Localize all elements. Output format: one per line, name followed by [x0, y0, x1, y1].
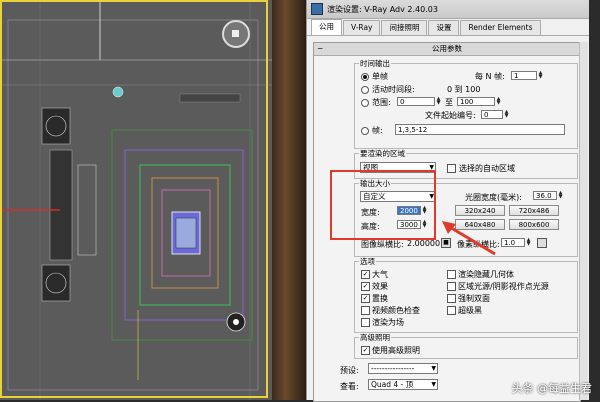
range-to-label: 至 [445, 98, 453, 107]
view-select[interactable]: Quad 4 - 顶 ▼ [368, 379, 438, 390]
render-area-title: 要渲染的区域 [359, 149, 406, 159]
area-lights-label: 区域光源/阴影视作点光源 [458, 282, 549, 291]
options-title: 选项 [359, 257, 376, 267]
frames-radio[interactable] [361, 127, 369, 135]
file-start-label: 文件起始编号: [425, 111, 476, 120]
atmospherics-checkbox[interactable]: ✓ [361, 270, 370, 279]
pixel-aspect-lock-icon[interactable] [537, 238, 547, 248]
area-lights-checkbox[interactable] [447, 282, 456, 291]
advanced-lighting-title: 高级照明 [359, 333, 391, 343]
super-black-label: 超级黑 [458, 306, 482, 315]
image-aspect-label: 图像纵横比: [361, 240, 404, 249]
frames-label: 帧: [372, 126, 383, 135]
auto-region-checkbox[interactable] [447, 164, 456, 173]
force-2sided-checkbox[interactable] [447, 294, 456, 303]
force-2sided-label: 强制双面 [458, 294, 490, 303]
pixel-aspect-spinner[interactable]: ▲ ▼ [526, 238, 531, 247]
rollout-header[interactable]: − 公用参数 [314, 43, 580, 56]
render-hidden-label: 渲染隐藏几何体 [458, 270, 514, 279]
tab-vray[interactable]: V-Ray [343, 20, 381, 35]
preset-select[interactable]: ---------------- ▼ [368, 363, 438, 374]
range-from-field[interactable]: 0 [397, 97, 435, 106]
view-value: Quad 4 - 顶 [371, 380, 414, 389]
every-n-spinner[interactable]: ▲ ▼ [538, 71, 543, 80]
preset-800x600-button[interactable]: 800x600 [509, 219, 559, 230]
time-output-title: 时间输出 [359, 59, 391, 69]
dropdown-arrow-icon: ▼ [431, 381, 436, 388]
preset-label: 预设: [340, 366, 359, 375]
range-label: 范围: [372, 98, 391, 107]
effects-checkbox[interactable]: ✓ [361, 282, 370, 291]
tab-settings[interactable]: 设置 [428, 20, 460, 35]
active-segment-radio[interactable] [361, 86, 369, 94]
active-range-text: 0 到 100 [447, 85, 481, 94]
aperture-label: 光圈宽度(毫米): [465, 193, 522, 202]
displacement-checkbox[interactable]: ✓ [361, 294, 370, 303]
watermark: 头条 @每益生君 [511, 382, 593, 395]
preset-320x240-button[interactable]: 320x240 [455, 205, 505, 216]
video-color-check-label: 视频颜色检查 [372, 306, 420, 315]
image-aspect-value[interactable]: 2.00000 [407, 239, 440, 248]
render-to-fields-checkbox[interactable] [361, 318, 370, 327]
viewport-scene [0, 0, 272, 400]
file-start-field[interactable]: 0 [481, 110, 503, 119]
tab-common[interactable]: 公用 [311, 19, 342, 35]
preset-720x486-button[interactable]: 720x486 [509, 205, 559, 216]
use-advanced-lighting-label: 使用高级照明 [372, 346, 420, 355]
super-black-checkbox[interactable] [447, 306, 456, 315]
view-label: 查看: [340, 382, 359, 391]
single-frame-radio[interactable] [361, 73, 369, 81]
viewport-nav-icon[interactable] [222, 20, 250, 48]
tab-indirect-illumination[interactable]: 间接照明 [381, 20, 428, 35]
app-icon [311, 3, 323, 15]
range-from-spinner[interactable]: ▲ ▼ [436, 97, 441, 106]
scrollbar[interactable] [579, 42, 588, 400]
range-radio[interactable] [361, 99, 369, 107]
file-start-spinner[interactable]: ▲ ▼ [504, 110, 509, 119]
highlight-box [330, 170, 436, 240]
advanced-lighting-group: 高级照明 ✓ 使用高级照明 [354, 333, 578, 359]
frames-field[interactable]: 1,3,5-12 [395, 124, 565, 135]
effects-label: 效果 [372, 282, 388, 291]
single-frame-label: 单帧 [372, 72, 388, 81]
render-to-fields-label: 渲染为场 [372, 318, 404, 327]
tab-bar: 公用 V-Ray 间接照明 设置 Render Elements [307, 19, 589, 36]
displacement-label: 置换 [372, 294, 388, 303]
render-hidden-checkbox[interactable] [447, 270, 456, 279]
every-n-field[interactable]: 1 [511, 71, 537, 80]
atmospherics-label: 大气 [372, 270, 388, 279]
tab-render-elements[interactable]: Render Elements [460, 20, 541, 35]
pixel-aspect-field[interactable]: 1.0 [501, 238, 525, 247]
preset-value: ---------------- [371, 364, 415, 373]
dialog-title: 渲染设置: V-Ray Adv 2.40.03 [327, 4, 438, 14]
use-advanced-lighting-checkbox[interactable]: ✓ [361, 346, 370, 355]
auto-region-label: 选择的自动区域 [459, 164, 515, 173]
dialog-titlebar[interactable]: 渲染设置: V-Ray Adv 2.40.03 [307, 0, 589, 19]
time-output-group: 时间输出 单帧 每 N 帧: 1 ▲ ▼ 活动时间段: 0 到 100 范围: 0… [354, 59, 578, 149]
dropdown-arrow-icon: ▼ [431, 365, 436, 372]
aperture-spinner[interactable]: ▲ ▼ [558, 191, 563, 200]
rollout-title: 公用参数 [432, 44, 462, 53]
annotation-arrow-icon [442, 221, 496, 256]
video-color-check-checkbox[interactable] [361, 306, 370, 315]
active-segment-label: 活动时间段: [372, 85, 415, 94]
collapse-icon[interactable]: − [317, 43, 323, 55]
viewport-top[interactable] [0, 0, 272, 400]
render-preview-strip [272, 0, 306, 400]
options-group: 选项 ✓ 大气 ✓ 效果 ✓ 置换 视频颜色检查 渲染为场 渲染隐藏几何体 区域… [354, 257, 578, 333]
every-n-label: 每 N 帧: [475, 72, 505, 81]
aperture-field[interactable]: 36.0 [533, 191, 557, 200]
range-to-field[interactable]: 100 [457, 97, 495, 106]
range-to-spinner[interactable]: ▲ ▼ [496, 97, 501, 106]
